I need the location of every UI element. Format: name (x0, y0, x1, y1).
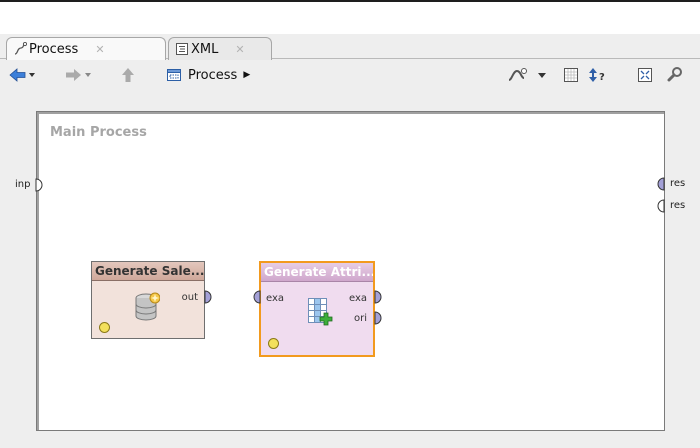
tab-xml-label: XML (191, 41, 219, 57)
result-port-connected[interactable] (657, 177, 665, 191)
link-icon (667, 67, 682, 82)
output-port-ori[interactable] (374, 311, 382, 325)
operator-title: Generate Attri... (261, 263, 373, 282)
tab-bar: Process ✕ XML ✕ (0, 34, 700, 60)
grid-button[interactable] (562, 66, 580, 84)
xml-document-icon (176, 43, 188, 55)
auto-wire-icon (508, 68, 546, 81)
port-label-out: out (181, 292, 198, 303)
forward-button[interactable] (64, 66, 92, 84)
forward-arrow-icon (66, 69, 91, 81)
top-divider (0, 0, 700, 2)
up-arrow-icon (122, 68, 134, 82)
fit-icon (638, 68, 652, 82)
input-port-label: inp (15, 179, 31, 190)
operator-generate-attributes[interactable]: Generate Attri... exa exa ori (259, 261, 375, 357)
breadcrumb[interactable]: Process ▶ (166, 66, 276, 84)
auto-wire-button[interactable] (506, 66, 550, 84)
toolbar: Process ▶ ? (0, 60, 700, 90)
input-port-exa[interactable] (253, 290, 261, 304)
status-indicator-icon (268, 338, 279, 349)
database-icon (135, 292, 160, 321)
operator-title: Generate Sale... (92, 262, 204, 281)
port-label-exa-in: exa (266, 293, 285, 304)
dropdown-icon (29, 73, 35, 77)
table-add-icon (308, 298, 333, 326)
input-port[interactable] (35, 178, 43, 192)
ordering-icon: ? (589, 68, 605, 83)
close-icon[interactable]: ✕ (95, 43, 104, 56)
up-button[interactable] (118, 66, 138, 84)
process-flow-icon (14, 42, 27, 55)
port-label-ori: ori (353, 313, 367, 324)
dropdown-icon (538, 73, 546, 78)
breadcrumb-label: Process (188, 67, 238, 83)
fit-button[interactable] (636, 66, 654, 84)
grid-icon (564, 68, 578, 82)
operator-generate-sales[interactable]: Generate Sale... out (91, 261, 205, 339)
breadcrumb-arrow-icon: ▶ (243, 70, 251, 80)
tab-process[interactable]: Process ✕ (6, 37, 166, 60)
result-port-label: res (670, 178, 686, 189)
svg-text:?: ? (599, 72, 605, 83)
back-arrow-icon (9, 68, 35, 82)
port-label-exa-out: exa (348, 293, 367, 304)
back-button[interactable] (8, 66, 36, 84)
output-port-exa[interactable] (374, 290, 382, 304)
canvas-title: Main Process (50, 125, 147, 140)
link-button[interactable] (664, 66, 686, 84)
tab-process-label: Process (29, 41, 79, 57)
close-icon[interactable]: ✕ (235, 43, 244, 56)
status-indicator-icon (99, 322, 110, 333)
tab-xml[interactable]: XML ✕ (168, 37, 272, 60)
ordering-button[interactable]: ? (586, 66, 612, 84)
dropdown-icon (85, 73, 91, 77)
process-icon (167, 69, 181, 81)
result-port-label: res (670, 200, 686, 211)
result-port-empty[interactable] (657, 199, 665, 213)
output-port-out[interactable] (204, 290, 212, 304)
process-editor: Process ✕ XML ✕ Process ▶ ? Main Process… (0, 34, 700, 448)
